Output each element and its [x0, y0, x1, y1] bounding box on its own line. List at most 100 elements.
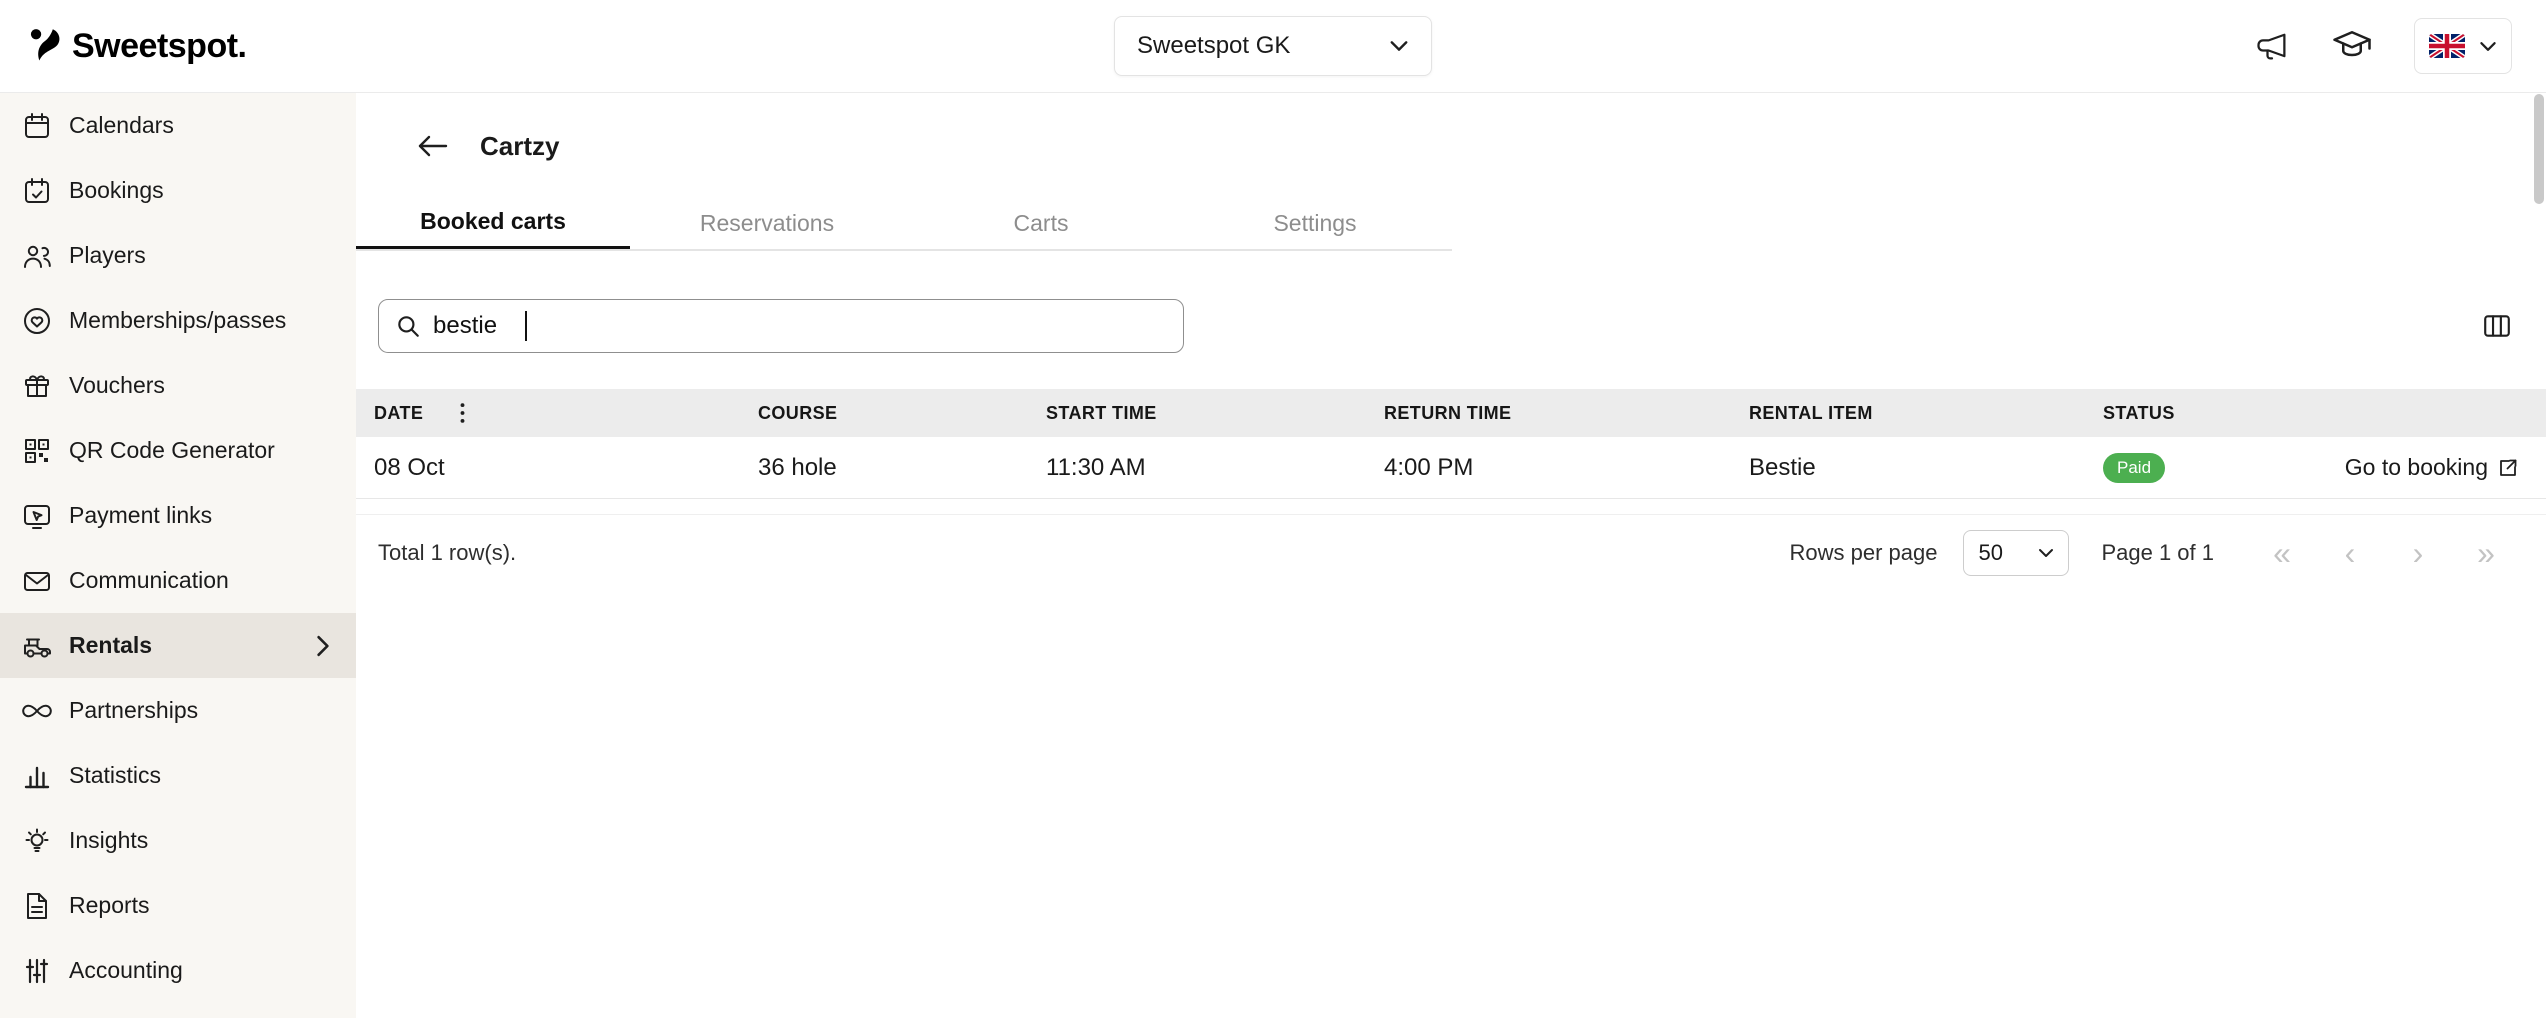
top-bar: Sweetspot. Sweetspot GK	[0, 0, 2546, 93]
main-content: Cartzy Booked carts Reservations Carts S…	[356, 93, 2546, 1018]
sidebar-item-label: Rentals	[69, 632, 152, 659]
sidebar-item-memberships[interactable]: Memberships/passes	[0, 288, 356, 353]
golf-cart-icon	[21, 630, 53, 662]
sidebar-item-players[interactable]: Players	[0, 223, 356, 288]
megaphone-icon	[2254, 28, 2290, 64]
gift-icon	[21, 370, 53, 402]
lightbulb-icon	[21, 825, 53, 857]
previous-page-button[interactable]: ‹	[2330, 533, 2370, 573]
graduation-cap-icon	[2332, 28, 2372, 64]
search-input[interactable]	[433, 300, 513, 352]
table-header: DATE COURSE START TIME RETURN TIME RENTA…	[356, 389, 2546, 437]
page-header: Cartzy	[356, 93, 2546, 171]
go-to-booking-link[interactable]: Go to booking	[2345, 454, 2488, 481]
brand-name: Sweetspot.	[72, 27, 246, 66]
sweetspot-logo-icon	[28, 27, 62, 65]
column-header-status: STATUS	[2103, 403, 2256, 424]
sidebar: Calendars Bookings Players Memberships/p…	[0, 93, 356, 1018]
cell-rental-item: Bestie	[1749, 454, 2103, 482]
sidebar-item-bookings[interactable]: Bookings	[0, 158, 356, 223]
column-header-start-time: START TIME	[1046, 403, 1384, 424]
tab-carts[interactable]: Carts	[904, 197, 1178, 249]
chevron-down-icon	[1389, 40, 1409, 52]
qr-code-icon	[21, 435, 53, 467]
sidebar-item-label: Insights	[69, 827, 148, 854]
tab-bar: Booked carts Reservations Carts Settings	[356, 197, 1452, 251]
sidebar-item-calendars[interactable]: Calendars	[0, 93, 356, 158]
sidebar-item-partnerships[interactable]: Partnerships	[0, 678, 356, 743]
sidebar-item-rentals[interactable]: Rentals	[0, 613, 356, 678]
sidebar-item-insights[interactable]: Insights	[0, 808, 356, 873]
sidebar-item-label: Calendars	[69, 112, 174, 139]
envelope-icon	[21, 565, 53, 597]
academy-button[interactable]	[2332, 28, 2372, 64]
kebab-menu-icon[interactable]	[459, 401, 466, 425]
table-columns-icon	[2482, 311, 2512, 341]
sidebar-item-label: Players	[69, 242, 146, 269]
table-bottom-divider	[356, 499, 2546, 515]
status-badge: Paid	[2103, 453, 2165, 483]
payment-link-icon	[21, 500, 53, 532]
toolbar	[356, 299, 2546, 353]
column-header-course: COURSE	[758, 403, 1046, 424]
players-icon	[21, 240, 53, 272]
calendar-check-icon	[21, 175, 53, 207]
sidebar-item-communication[interactable]: Communication	[0, 548, 356, 613]
cell-return-time: 4:00 PM	[1384, 454, 1749, 482]
brand-logo[interactable]: Sweetspot.	[28, 27, 246, 66]
sidebar-item-label: Memberships/passes	[69, 307, 286, 334]
pagination: « ‹ › »	[2262, 533, 2506, 573]
sidebar-item-vouchers[interactable]: Vouchers	[0, 353, 356, 418]
sidebar-item-label: QR Code Generator	[69, 437, 275, 464]
first-page-button[interactable]: «	[2262, 533, 2302, 573]
pagination-controls: Rows per page 50 Page 1 of 1 « ‹ › »	[1789, 530, 2506, 576]
cell-date: 08 Oct	[374, 454, 758, 482]
sidebar-item-accounting[interactable]: Accounting	[0, 938, 356, 1003]
cell-start-time: 11:30 AM	[1046, 454, 1384, 482]
column-header-date: DATE	[374, 403, 423, 424]
uk-flag-icon	[2429, 34, 2465, 58]
chevron-right-icon	[316, 635, 330, 657]
sidebar-item-label: Vouchers	[69, 372, 165, 399]
scrollbar[interactable]	[2534, 94, 2544, 204]
sidebar-item-statistics[interactable]: Statistics	[0, 743, 356, 808]
sliders-icon	[21, 955, 53, 987]
sidebar-item-payment-links[interactable]: Payment links	[0, 483, 356, 548]
calendar-icon	[21, 110, 53, 142]
cell-action: Go to booking	[2256, 454, 2546, 481]
announcements-button[interactable]	[2254, 28, 2290, 64]
sidebar-item-label: Payment links	[69, 502, 212, 529]
sidebar-item-reports[interactable]: Reports	[0, 873, 356, 938]
sidebar-item-label: Accounting	[69, 957, 183, 984]
view-columns-button[interactable]	[2482, 311, 2512, 341]
next-page-button[interactable]: ›	[2398, 533, 2438, 573]
language-selector[interactable]	[2414, 18, 2512, 74]
back-button[interactable]	[416, 133, 450, 159]
sidebar-item-label: Statistics	[69, 762, 161, 789]
column-header-return-time: RETURN TIME	[1384, 403, 1749, 424]
page-title: Cartzy	[480, 131, 559, 162]
tab-booked-carts[interactable]: Booked carts	[356, 197, 630, 249]
chevron-down-icon	[2479, 41, 2497, 52]
tab-reservations[interactable]: Reservations	[630, 197, 904, 249]
search-box[interactable]	[378, 299, 1184, 353]
report-document-icon	[21, 890, 53, 922]
column-header-rental-item: RENTAL ITEM	[1749, 403, 2103, 424]
search-icon	[395, 313, 421, 339]
club-selector[interactable]: Sweetspot GK	[1114, 16, 1432, 76]
membership-heart-icon	[21, 305, 53, 337]
sidebar-item-label: Partnerships	[69, 697, 198, 724]
tab-settings[interactable]: Settings	[1178, 197, 1452, 249]
partnership-icon	[21, 695, 53, 727]
rows-per-page-select[interactable]: 50	[1963, 530, 2069, 576]
page-info: Page 1 of 1	[2101, 540, 2214, 566]
text-caret	[525, 311, 527, 341]
last-page-button[interactable]: »	[2466, 533, 2506, 573]
sidebar-item-label: Reports	[69, 892, 150, 919]
arrow-left-icon	[416, 133, 450, 159]
rows-per-page-label: Rows per page	[1789, 540, 1937, 566]
sidebar-item-label: Communication	[69, 567, 229, 594]
sidebar-item-qr-code-generator[interactable]: QR Code Generator	[0, 418, 356, 483]
bar-chart-icon	[21, 760, 53, 792]
cell-status: Paid	[2103, 452, 2256, 483]
